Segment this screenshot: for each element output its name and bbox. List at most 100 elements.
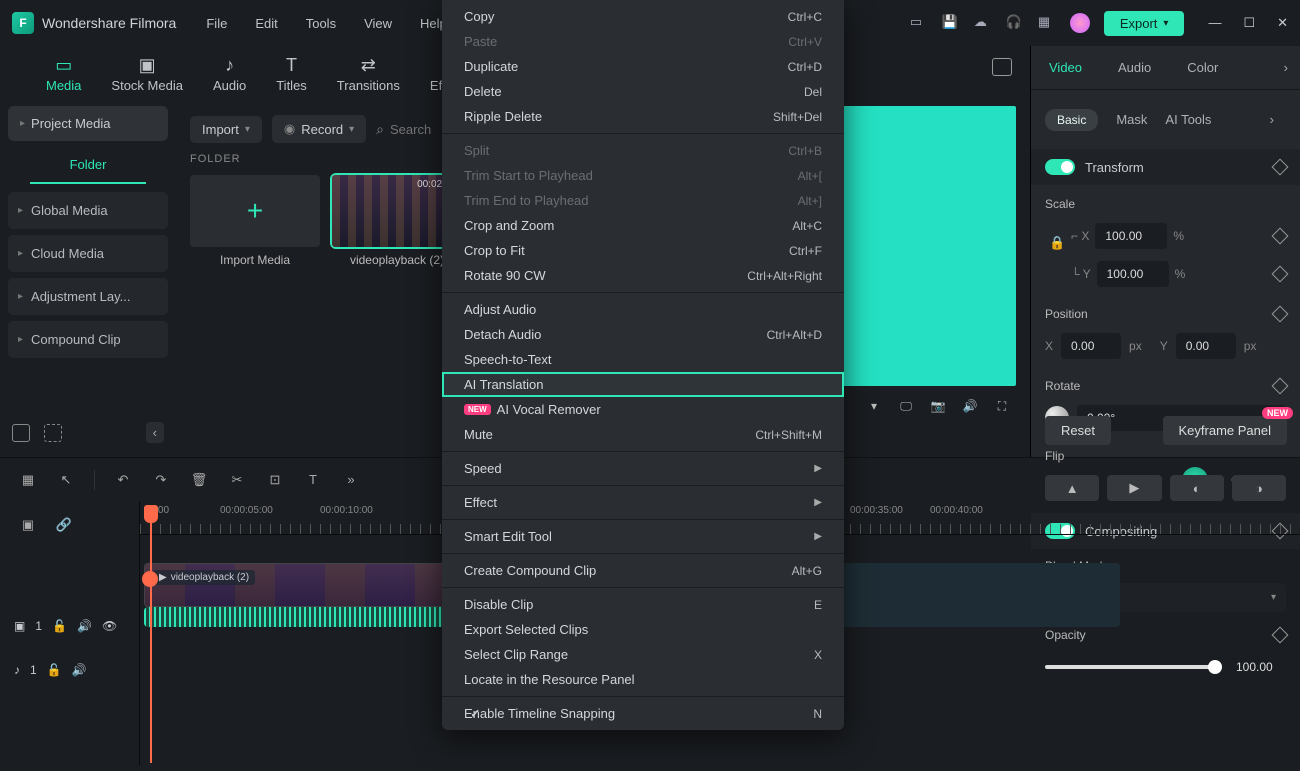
ctx-mute[interactable]: MuteCtrl+Shift+M	[442, 422, 844, 447]
record-button[interactable]: ◉Record▾	[272, 115, 366, 143]
project-media-button[interactable]: ▸ Project Media	[8, 106, 168, 141]
nav-tab-audio[interactable]: ♪Audio	[213, 56, 246, 93]
subtabs-more-icon[interactable]: ›	[1258, 100, 1286, 139]
ctx-ai-vocal-remover[interactable]: NEWAI Vocal Remover	[442, 397, 844, 422]
cut-icon[interactable]: ✂	[227, 470, 247, 490]
delete-icon[interactable]: 🗑	[189, 470, 209, 490]
camera-icon[interactable]: 📷	[928, 396, 948, 416]
ctx-create-compound-clip[interactable]: Create Compound ClipAlt+G	[442, 558, 844, 583]
collapse-sidebar-button[interactable]: ‹	[146, 422, 164, 443]
rotate-keyframe-icon[interactable]	[1272, 378, 1289, 395]
display-icon[interactable]: 🖵	[896, 396, 916, 416]
track-lock-icon[interactable]: 🔓	[52, 619, 67, 633]
folder-tab[interactable]: Folder	[30, 147, 147, 184]
track-visibility-icon[interactable]: 👁	[102, 619, 117, 633]
cloud-icon[interactable]: ☁	[974, 14, 992, 32]
save-icon[interactable]: 💾	[942, 14, 960, 32]
flip-vertical-button[interactable]: ▶	[1107, 475, 1161, 501]
tab-color[interactable]: Color	[1169, 46, 1236, 89]
text-icon[interactable]: T	[303, 470, 323, 490]
ctx-speed[interactable]: Speed▶	[442, 456, 844, 481]
position-y-input[interactable]	[1176, 333, 1236, 359]
subtab-mask[interactable]: Mask	[1116, 112, 1147, 127]
avatar-icon[interactable]	[1070, 13, 1090, 33]
rotate-ccw-button[interactable]: ◑	[1232, 475, 1286, 501]
sidebar-item-adjustment-lay---[interactable]: ▸Adjustment Lay...	[8, 278, 168, 315]
close-icon[interactable]: ✕	[1277, 15, 1288, 31]
ctx-ripple-delete[interactable]: Ripple DeleteShift+Del	[442, 104, 844, 129]
aspect-dropdown-icon[interactable]: ▾	[864, 396, 884, 416]
import-button[interactable]: Import▾	[190, 116, 262, 143]
transform-toggle[interactable]	[1045, 159, 1075, 175]
scale-x-input[interactable]	[1095, 223, 1167, 249]
headphones-icon[interactable]: 🎧	[1006, 14, 1024, 32]
nav-tab-titles[interactable]: TTitles	[276, 56, 307, 93]
undo-icon[interactable]: ↶	[113, 470, 133, 490]
ctx-copy[interactable]: CopyCtrl+C	[442, 4, 844, 29]
snapshot-icon[interactable]	[992, 58, 1012, 76]
ctx-locate-in-the-resource-panel[interactable]: Locate in the Resource Panel	[442, 667, 844, 692]
menu-file[interactable]: File	[206, 16, 227, 31]
tab-video[interactable]: Video	[1031, 46, 1100, 89]
ctx-detach-audio[interactable]: Detach AudioCtrl+Alt+D	[442, 322, 844, 347]
audio-track-header[interactable]: ♪1 🔓 🔊	[0, 655, 139, 685]
maximize-icon[interactable]: ☐	[1243, 15, 1255, 31]
position-x-input[interactable]	[1061, 333, 1121, 359]
transform-keyframe-icon[interactable]	[1272, 159, 1289, 176]
menu-edit[interactable]: Edit	[255, 16, 277, 31]
tl-cursor-icon[interactable]: ↖	[56, 470, 76, 490]
ctx-smart-edit-tool[interactable]: Smart Edit Tool▶	[442, 524, 844, 549]
scale-y-keyframe-icon[interactable]	[1272, 266, 1289, 283]
ctx-delete[interactable]: DeleteDel	[442, 79, 844, 104]
playhead[interactable]	[144, 505, 158, 523]
menu-view[interactable]: View	[364, 16, 392, 31]
scale-x-keyframe-icon[interactable]	[1272, 228, 1289, 245]
keyframe-panel-button[interactable]: Keyframe Panel NEW	[1163, 416, 1288, 445]
device-icon[interactable]: ▭	[910, 14, 928, 32]
menu-tools[interactable]: Tools	[306, 16, 336, 31]
crop-icon[interactable]: ⊡	[265, 470, 285, 490]
ctx-speech-to-text[interactable]: Speech-to-Text	[442, 347, 844, 372]
audio-track-mute-icon[interactable]: 🔊	[72, 663, 87, 677]
ctx-ai-translation[interactable]: AI Translation	[442, 372, 844, 397]
ctx-disable-clip[interactable]: Disable ClipE	[442, 592, 844, 617]
tl-layers-icon[interactable]: ▣	[18, 515, 38, 535]
scale-y-input[interactable]	[1097, 261, 1169, 287]
minimize-icon[interactable]: —	[1208, 15, 1221, 31]
audio-wave-clip-2[interactable]	[840, 563, 1120, 627]
ctx-export-selected-clips[interactable]: Export Selected Clips	[442, 617, 844, 642]
track-mute-icon[interactable]: 🔊	[77, 619, 92, 633]
audio-track-lock-icon[interactable]: 🔓	[47, 663, 62, 677]
folder-icon[interactable]	[44, 424, 62, 442]
tab-audio[interactable]: Audio	[1100, 46, 1169, 89]
tabs-more-icon[interactable]: ›	[1272, 48, 1300, 87]
nav-tab-media[interactable]: ▭Media	[46, 56, 81, 93]
export-button[interactable]: Export▾	[1104, 11, 1185, 36]
volume-icon[interactable]: 🔊	[960, 396, 980, 416]
ctx-enable-timeline-snapping[interactable]: ✓Enable Timeline SnappingN	[442, 701, 844, 726]
subtab-basic[interactable]: Basic	[1045, 109, 1098, 131]
nav-tab-transitions[interactable]: ⇄Transitions	[337, 56, 400, 93]
video-track-header[interactable]: ▣1 🔓 🔊 👁	[0, 611, 139, 641]
sidebar-item-global-media[interactable]: ▸Global Media	[8, 192, 168, 229]
subtab-ai-tools[interactable]: AI Tools	[1165, 112, 1211, 127]
ctx-adjust-audio[interactable]: Adjust Audio	[442, 297, 844, 322]
grid-icon[interactable]: ▦	[1038, 14, 1056, 32]
ctx-effect[interactable]: Effect▶	[442, 490, 844, 515]
nav-tab-stock-media[interactable]: ▣Stock Media	[111, 56, 183, 93]
fullscreen-icon[interactable]: ⛶	[992, 396, 1012, 416]
import-media-cell[interactable]: +	[190, 175, 320, 247]
redo-icon[interactable]: ↷	[151, 470, 171, 490]
tl-link-icon[interactable]: 🔗	[54, 515, 74, 535]
more-icon[interactable]: »	[341, 470, 361, 490]
ctx-crop-and-zoom[interactable]: Crop and ZoomAlt+C	[442, 213, 844, 238]
new-folder-icon[interactable]	[12, 424, 30, 442]
sidebar-item-cloud-media[interactable]: ▸Cloud Media	[8, 235, 168, 272]
ctx-duplicate[interactable]: DuplicateCtrl+D	[442, 54, 844, 79]
ctx-rotate----cw[interactable]: Rotate 90 CWCtrl+Alt+Right	[442, 263, 844, 288]
lock-icon[interactable]: 🔒	[1049, 235, 1065, 251]
tl-grid-icon[interactable]: ▦	[18, 470, 38, 490]
flip-horizontal-button[interactable]: ▲	[1045, 475, 1099, 501]
reset-button[interactable]: Reset	[1045, 416, 1111, 445]
sidebar-item-compound-clip[interactable]: ▸Compound Clip	[8, 321, 168, 358]
